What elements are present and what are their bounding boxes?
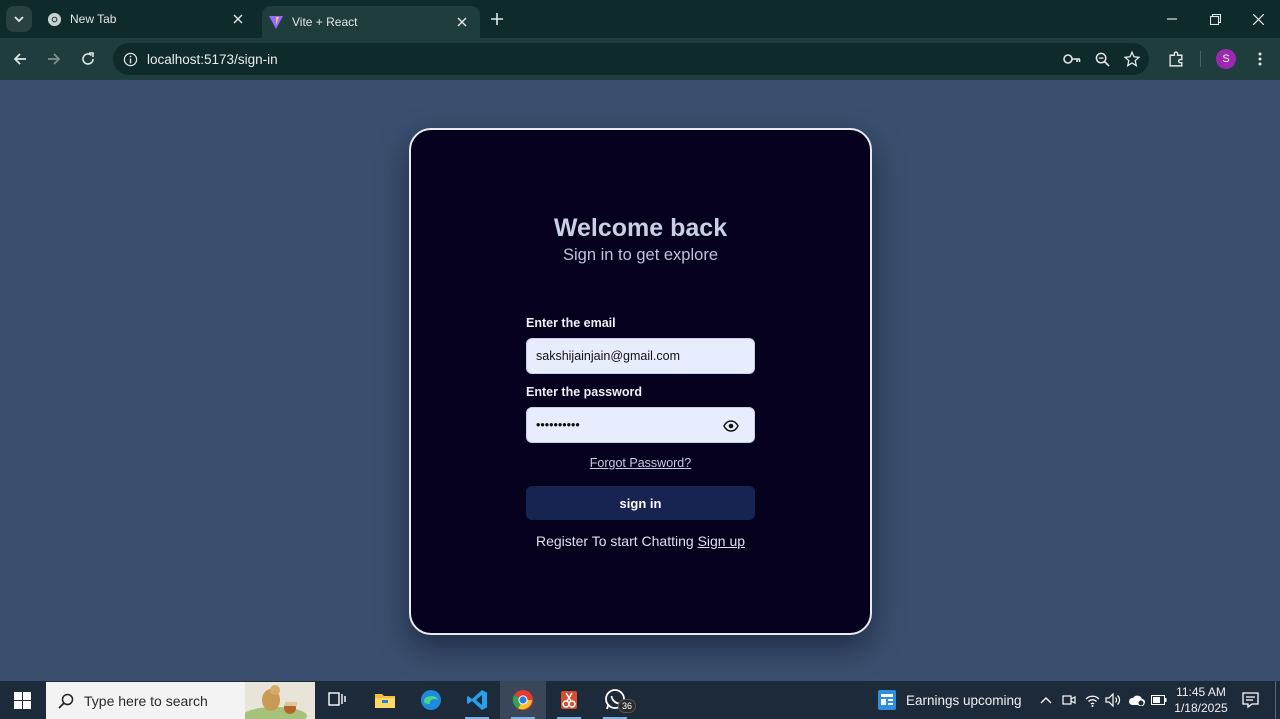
search-icon — [56, 691, 76, 711]
puzzle-icon — [1168, 50, 1183, 67]
search-placeholder: Type here to search — [84, 692, 208, 709]
close-icon — [1252, 13, 1264, 25]
minimize-button[interactable] — [1150, 0, 1194, 38]
restore-icon — [1209, 13, 1221, 25]
tab-vite-react[interactable]: Vite + React — [262, 6, 480, 38]
browser-menu-button[interactable] — [1249, 47, 1271, 71]
url-text: localhost:5173/sign-in — [147, 51, 278, 67]
system-clock[interactable]: 11:45 AM 1/18/2025 — [1166, 684, 1236, 716]
sign-up-link[interactable]: Sign up — [698, 533, 745, 549]
notification-center-button[interactable] — [1240, 690, 1260, 710]
task-view-icon — [328, 692, 346, 706]
register-text: Register To start Chatting — [535, 533, 694, 549]
plus-icon — [491, 13, 503, 25]
news-widget[interactable]: Earnings upcoming — [878, 681, 1022, 719]
arrow-left-icon — [13, 53, 26, 65]
email-label: Enter the email — [526, 316, 616, 330]
password-label: Enter the password — [526, 385, 642, 399]
password-key-icon[interactable] — [1059, 46, 1085, 72]
site-info-icon[interactable] — [121, 50, 139, 68]
start-button[interactable] — [0, 681, 44, 719]
bookmark-star-icon[interactable] — [1119, 46, 1145, 72]
extensions-button[interactable] — [1163, 46, 1189, 72]
page-viewport: Welcome back Sign in to get explore Ente… — [0, 80, 1280, 681]
wifi-icon[interactable] — [1083, 691, 1101, 709]
password-field[interactable]: •••••••••• — [526, 407, 755, 443]
vscode-button[interactable] — [454, 681, 500, 719]
show-hidden-icons[interactable] — [1037, 691, 1055, 709]
chrome-button[interactable] — [500, 681, 546, 719]
chrome-icon — [46, 11, 62, 27]
windows-logo-icon — [13, 691, 31, 709]
arrow-right-icon — [48, 53, 61, 65]
signin-card: Welcome back Sign in to get explore Ente… — [409, 128, 872, 635]
address-bar[interactable]: localhost:5173/sign-in — [113, 43, 1149, 75]
reload-button[interactable] — [76, 47, 100, 71]
tab-title: New Tab — [70, 12, 117, 26]
tab-strip: New Tab Vite + React — [0, 0, 1280, 38]
page-title: Welcome back — [553, 214, 728, 242]
tab-title: Vite + React — [292, 15, 358, 29]
whatsapp-button[interactable]: 36 — [592, 681, 638, 719]
chrome-icon — [512, 690, 533, 710]
task-view-button[interactable] — [314, 681, 360, 719]
register-prompt: Register To start Chatting Sign up — [411, 533, 870, 549]
profile-avatar[interactable]: S — [1216, 49, 1236, 69]
reload-icon — [82, 52, 94, 65]
edge-browser-button[interactable] — [408, 681, 454, 719]
show-desktop-button[interactable] — [1275, 681, 1276, 719]
folder-icon — [375, 694, 395, 708]
clock-time: 11:45 AM — [1176, 685, 1226, 699]
snipping-tool-button[interactable] — [546, 681, 592, 719]
file-explorer-button[interactable] — [362, 681, 408, 719]
chevron-up-icon — [1040, 697, 1052, 704]
email-field[interactable]: sakshijainjain@gmail.com — [526, 338, 755, 374]
news-text: Earnings upcoming — [906, 692, 1022, 708]
taskbar-search[interactable]: Type here to search — [46, 682, 315, 719]
chevron-down-icon — [14, 16, 24, 23]
password-value: •••••••••• — [536, 418, 580, 432]
eye-icon[interactable] — [722, 417, 740, 435]
tab-search-button[interactable] — [6, 6, 32, 32]
tab-new-tab[interactable]: New Tab — [38, 0, 256, 38]
back-button[interactable] — [8, 47, 32, 71]
close-window-button[interactable] — [1236, 0, 1280, 38]
page-subtitle: Sign in to get explore — [562, 246, 719, 264]
scissors-icon — [561, 691, 577, 709]
browser-toolbar: localhost:5173/sign-in S — [0, 38, 1280, 80]
onedrive-icon[interactable] — [1127, 691, 1145, 709]
minimize-icon — [1167, 18, 1177, 20]
zoom-icon[interactable] — [1089, 46, 1115, 72]
email-value: sakshijainjain@gmail.com — [536, 349, 680, 363]
restore-button[interactable] — [1193, 0, 1237, 38]
unread-count-badge: 36 — [618, 699, 636, 713]
forward-button[interactable] — [42, 47, 66, 71]
close-icon[interactable] — [452, 12, 472, 32]
forgot-password-link[interactable]: Forgot Password? — [411, 456, 870, 470]
vite-icon — [268, 14, 284, 30]
more-vertical-icon — [1258, 52, 1262, 66]
close-icon[interactable] — [228, 9, 248, 29]
windows-taskbar: Type here to search 36 Earnings upcoming — [0, 681, 1280, 719]
toolbar-divider — [1200, 51, 1201, 67]
volume-icon[interactable] — [1104, 691, 1122, 709]
clock-date: 1/18/2025 — [1174, 701, 1228, 715]
vscode-icon — [467, 690, 487, 710]
edge-icon — [421, 690, 441, 710]
search-highlight-illustration — [245, 682, 315, 719]
new-tab-button[interactable] — [486, 8, 508, 30]
meet-now-icon[interactable] — [1060, 691, 1078, 709]
notification-icon — [1241, 692, 1259, 708]
stock-chart-icon — [878, 690, 896, 710]
sign-in-button[interactable]: sign in — [526, 486, 755, 520]
